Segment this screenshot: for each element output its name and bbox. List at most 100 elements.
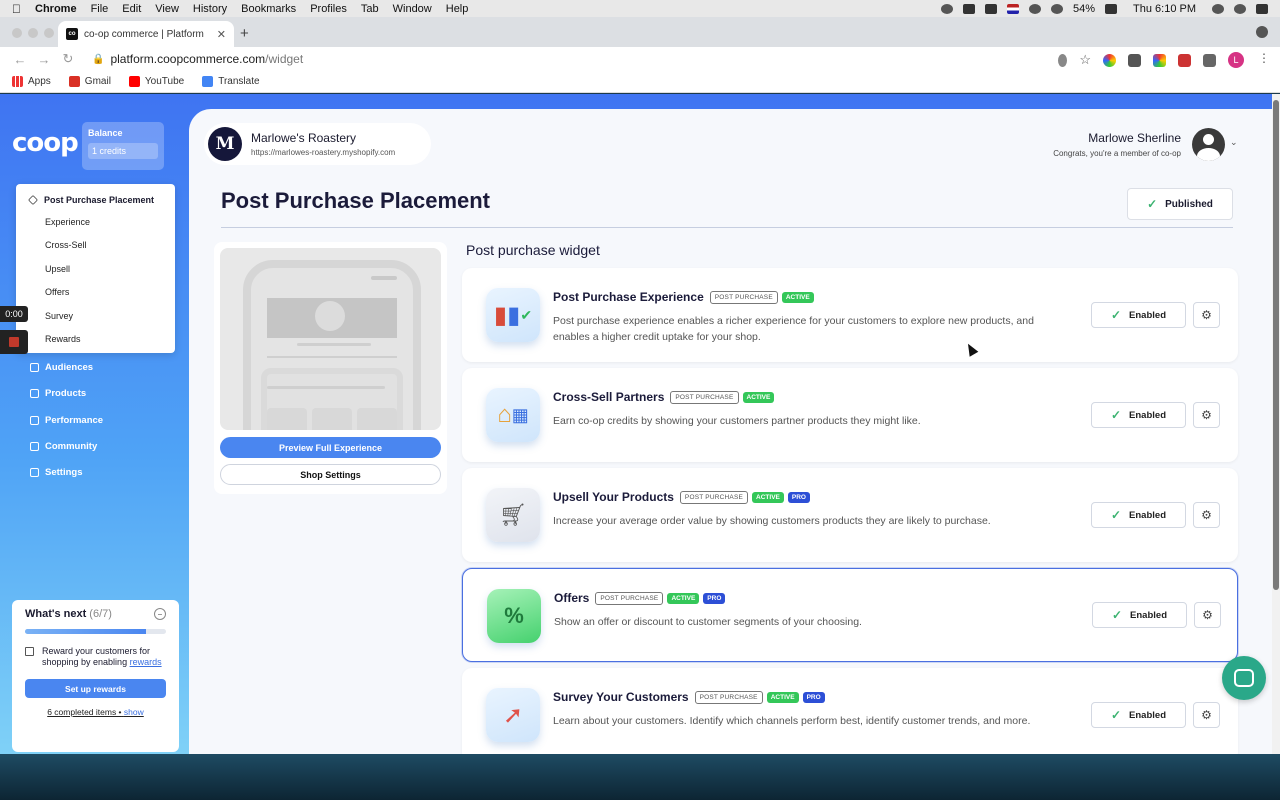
url-field[interactable]: platform.coopcommerce.com/widget — [110, 52, 303, 66]
completed-items-toggle[interactable]: 6 completed items • show — [25, 707, 166, 717]
nav-performance[interactable]: Performance — [30, 415, 103, 426]
close-tab-icon[interactable]: ✕ — [217, 28, 226, 41]
check-icon: ✓ — [1110, 508, 1122, 522]
widget-settings-button[interactable]: ⚙ — [1193, 402, 1220, 428]
support-chat-button[interactable] — [1222, 656, 1266, 700]
nav-cross-sell[interactable]: Cross-Sell — [16, 234, 175, 258]
widget-card-post-purchase-experience[interactable]: ▮ ▮ ✔ Post Purchase Experience POST PURCHA… — [462, 268, 1238, 362]
recorder-timer: 0:00 — [0, 306, 28, 322]
new-tab-icon[interactable]: + — [240, 25, 249, 42]
nav-label: Performance — [45, 415, 104, 426]
minimize-window-icon[interactable] — [28, 28, 38, 38]
enabled-toggle-button[interactable]: ✓ Enabled — [1091, 302, 1186, 328]
rewards-link[interactable]: rewards — [130, 657, 162, 667]
nav-offers[interactable]: Offers — [16, 281, 175, 305]
extension-badge-icon[interactable] — [1178, 53, 1191, 67]
widget-settings-button[interactable]: ⚙ — [1193, 302, 1220, 328]
nav-experience[interactable]: Experience — [16, 210, 175, 234]
nav-upsell[interactable]: Upsell — [16, 257, 175, 281]
bookmark-gmail[interactable]: Gmail — [68, 76, 111, 87]
chevron-down-icon[interactable]: ⌄ — [1230, 137, 1238, 148]
enabled-toggle-button[interactable]: ✓ Enabled — [1092, 602, 1187, 628]
browser-tab[interactable]: co co-op commerce | Platform ✕ — [58, 21, 234, 47]
back-icon[interactable]: ← — [10, 52, 30, 67]
enabled-toggle-button[interactable]: ✓ Enabled — [1091, 502, 1186, 528]
menu-history[interactable]: History — [193, 3, 227, 15]
widget-card-survey-your-customers[interactable]: ➚ Survey Your Customers POST PURCHASE AC… — [462, 668, 1238, 754]
maximize-window-icon[interactable] — [44, 28, 54, 38]
bookmark-translate[interactable]: Translate — [202, 76, 260, 87]
nav-products[interactable]: Products — [30, 388, 86, 399]
nav-survey[interactable]: Survey — [16, 304, 175, 328]
menu-view[interactable]: View — [155, 3, 179, 15]
page-scrollbar[interactable] — [1272, 94, 1280, 754]
preview-full-experience-button[interactable]: Preview Full Experience — [220, 437, 441, 458]
collapse-icon[interactable]: – — [154, 608, 166, 620]
shop-selector[interactable]: M Marlowe's Roastery https://marlowes-ro… — [204, 123, 431, 165]
microphone-icon[interactable] — [1058, 53, 1068, 67]
profile-avatar[interactable]: L — [1228, 52, 1244, 68]
menu-bookmarks[interactable]: Bookmarks — [241, 3, 296, 15]
shop-settings-button[interactable]: Shop Settings — [220, 464, 441, 485]
spotlight-icon[interactable] — [1212, 3, 1224, 14]
widget-settings-button[interactable]: ⚙ — [1193, 502, 1220, 528]
nav-audiences[interactable]: Audiences — [30, 362, 93, 373]
enabled-toggle-button[interactable]: ✓ Enabled — [1091, 702, 1186, 728]
scrollbar-thumb[interactable] — [1273, 100, 1279, 590]
enabled-toggle-button[interactable]: ✓ Enabled — [1091, 402, 1186, 428]
widget-card-upsell-your-products[interactable]: 🛒︎ Upsell Your Products POST PURCHASE AC… — [462, 468, 1238, 562]
phone-mockup — [243, 260, 421, 430]
widget-title: Upsell Your Products — [553, 490, 674, 504]
gear-status-icon[interactable] — [940, 3, 953, 14]
tab-search-icon[interactable] — [1256, 26, 1268, 38]
nav-rewards[interactable]: Rewards — [16, 328, 175, 352]
forward-icon[interactable]: → — [34, 52, 54, 67]
shop-info: Marlowe's Roastery https://marlowes-roas… — [251, 131, 395, 157]
widget-card-cross-sell-partners[interactable]: ⌂ ▦ Cross-Sell Partners POST PURCHASE ACT… — [462, 368, 1238, 462]
extension-color-icon[interactable] — [1103, 53, 1116, 67]
widget-settings-button[interactable]: ⚙ — [1194, 602, 1221, 628]
published-button[interactable]: ✓ Published — [1127, 188, 1233, 220]
apple-icon[interactable]:  — [12, 2, 21, 16]
coop-logo[interactable]: coop — [12, 128, 79, 158]
clock[interactable]: Thu 6:10 PM — [1133, 3, 1196, 15]
nav-community[interactable]: Community — [30, 441, 97, 452]
wifi-icon[interactable] — [1050, 3, 1063, 14]
lock-icon[interactable]: 🔒 — [92, 54, 104, 65]
siri-icon[interactable] — [1234, 3, 1246, 14]
battery-icon[interactable] — [1105, 3, 1118, 14]
nav-post-purchase-placement[interactable]: Post Purchase Placement — [16, 190, 175, 210]
extension-screen-icon[interactable] — [1128, 53, 1141, 67]
menu-window[interactable]: Window — [393, 3, 432, 15]
todo-checkbox[interactable] — [25, 647, 34, 656]
control-center-icon[interactable] — [1256, 3, 1268, 14]
menu-app-name[interactable]: Chrome — [35, 3, 77, 15]
widget-settings-button[interactable]: ⚙ — [1193, 702, 1220, 728]
browser-menu-icon[interactable]: ⋮ — [1258, 51, 1270, 65]
set-up-rewards-button[interactable]: Set up rewards — [25, 679, 166, 698]
zoom-status-icon[interactable] — [962, 3, 975, 14]
gmail-icon — [68, 76, 80, 87]
menu-file[interactable]: File — [91, 3, 109, 15]
bookmark-youtube[interactable]: YouTube — [128, 76, 184, 87]
close-window-icon[interactable] — [12, 28, 22, 38]
reload-icon[interactable]: ↻ — [58, 51, 78, 67]
bookmark-apps[interactable]: Apps — [12, 76, 51, 87]
bookmark-star-icon[interactable]: ☆ — [1079, 52, 1091, 68]
menu-profiles[interactable]: Profiles — [310, 3, 347, 15]
menu-help[interactable]: Help — [446, 3, 469, 15]
stop-recording-button[interactable] — [0, 330, 28, 354]
bluetooth-icon[interactable] — [1028, 3, 1041, 14]
extensions-puzzle-icon[interactable] — [1203, 53, 1216, 67]
menu-edit[interactable]: Edit — [122, 3, 141, 15]
extension-pinwheel-icon[interactable] — [1153, 53, 1166, 67]
display-status-icon[interactable] — [984, 3, 997, 14]
widget-card-offers[interactable]: % Offers POST PURCHASE ACTIVE PRO Show a… — [462, 568, 1238, 662]
post-purchase-badge: POST PURCHASE — [694, 690, 763, 704]
menu-tab[interactable]: Tab — [361, 3, 379, 15]
user-avatar[interactable] — [1192, 128, 1225, 161]
nav-settings[interactable]: Settings — [30, 467, 82, 478]
balance-widget[interactable]: Balance 1 credits — [82, 122, 164, 170]
input-source-flag-icon[interactable] — [1006, 3, 1019, 14]
show-completed-link[interactable]: show — [124, 707, 144, 717]
